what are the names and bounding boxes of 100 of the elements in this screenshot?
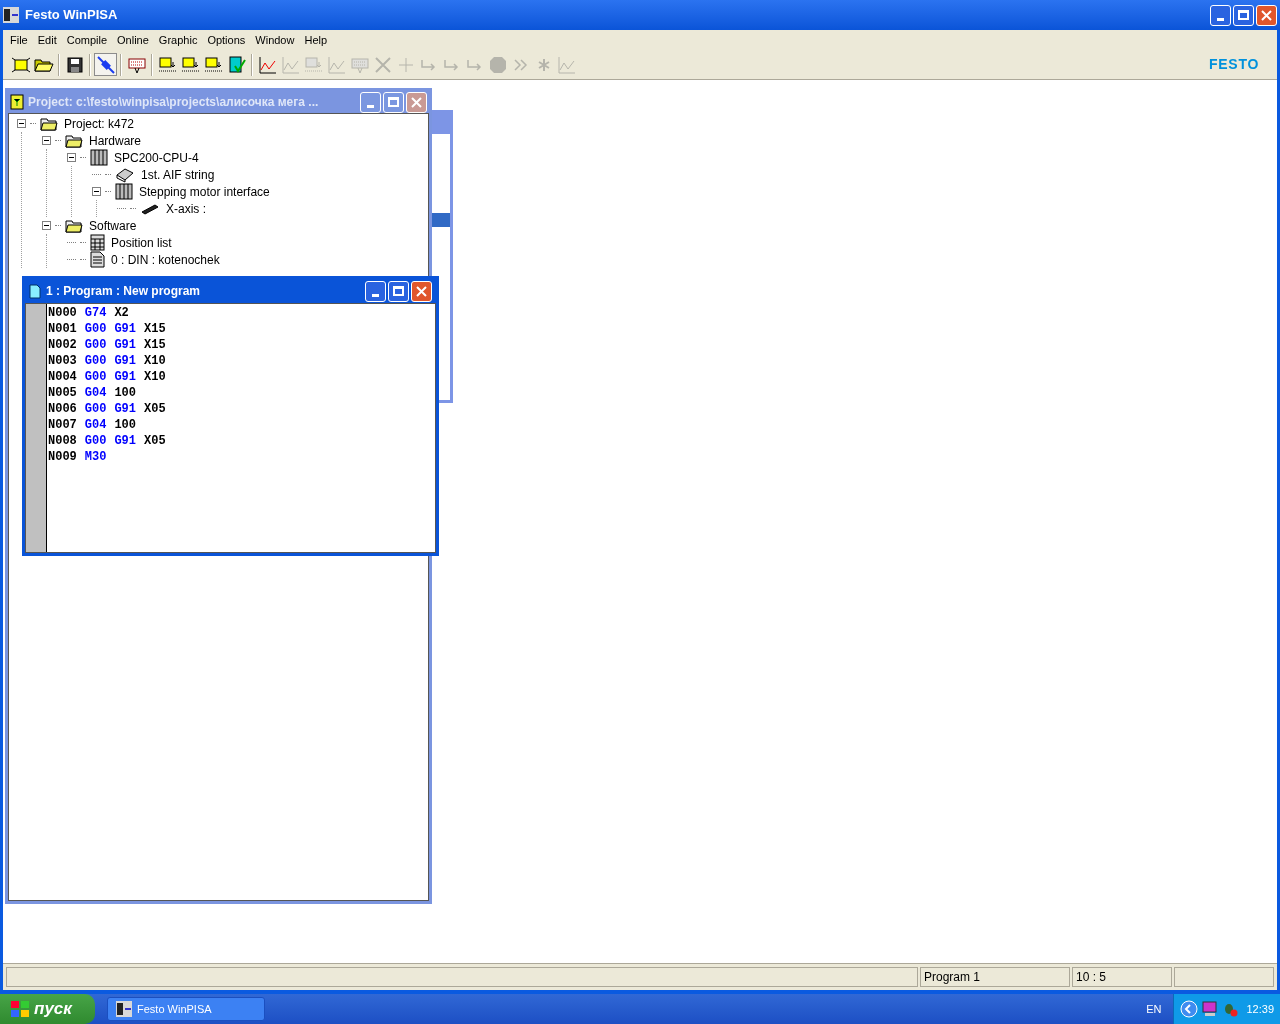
tree-item[interactable]: Hardware xyxy=(87,131,144,150)
code-token: X2 xyxy=(114,305,129,321)
table-icon xyxy=(90,234,105,251)
tree-item[interactable]: Stepping motor interface xyxy=(137,182,272,201)
folder-icon xyxy=(65,133,83,148)
maximize-button[interactable] xyxy=(1233,4,1254,26)
close-icon xyxy=(416,285,427,297)
menu-item[interactable]: Edit xyxy=(32,31,62,49)
minimize-button[interactable] xyxy=(365,280,386,302)
close-button[interactable] xyxy=(411,280,432,302)
code-token: X15 xyxy=(144,337,166,353)
window-title: Project: c:\festo\winpisa\projects\алисочка мега ... xyxy=(28,94,320,111)
code-token: 100 xyxy=(114,385,137,401)
code-token: G00 xyxy=(84,401,107,417)
code-token: X10 xyxy=(144,369,166,385)
code-token: X10 xyxy=(144,353,166,369)
tree-item[interactable]: 0 : DIN : kotenochek xyxy=(109,250,222,269)
tools-icon xyxy=(372,54,393,75)
code-token: N002 xyxy=(48,337,77,353)
app-icon xyxy=(3,7,19,23)
expander-icon[interactable] xyxy=(17,119,26,128)
code-token: G00 xyxy=(84,337,107,353)
code-token: X05 xyxy=(144,401,166,417)
code-token: G00 xyxy=(84,369,107,385)
app-icon xyxy=(116,1001,132,1017)
company-logo: FESTO xyxy=(1209,55,1259,74)
menu-item[interactable]: Online xyxy=(112,31,154,49)
code-token: N003 xyxy=(48,353,77,369)
code-token: N007 xyxy=(48,417,77,433)
code-token: M30 xyxy=(84,449,107,465)
close-icon xyxy=(1261,9,1272,21)
monitor-icon[interactable] xyxy=(1202,1001,1219,1017)
folder-icon xyxy=(40,116,58,131)
close-icon xyxy=(411,96,422,108)
close-button[interactable] xyxy=(406,91,427,113)
bug-icon[interactable] xyxy=(1222,1001,1239,1017)
code-token: N004 xyxy=(48,369,77,385)
file-download-icon xyxy=(203,54,224,75)
code-token: G91 xyxy=(114,321,137,337)
toolbar-button[interactable] xyxy=(94,53,117,76)
connector-block-icon xyxy=(115,166,135,183)
code-token: N006 xyxy=(48,401,77,417)
menu-item[interactable]: Graphic xyxy=(153,31,203,49)
code-token: G74 xyxy=(84,305,107,321)
maximize-button[interactable] xyxy=(383,91,404,113)
menu-item[interactable]: Help xyxy=(299,31,333,49)
code-token: X05 xyxy=(144,433,166,449)
menu-item[interactable]: File xyxy=(5,31,33,49)
tree-item[interactable]: Position list xyxy=(109,233,174,252)
code-token: G00 xyxy=(84,353,107,369)
expander-icon[interactable] xyxy=(67,153,76,162)
code-token: G91 xyxy=(114,337,137,353)
chart-icon xyxy=(326,54,347,75)
windows-logo-icon xyxy=(10,1000,30,1018)
minimize-button[interactable] xyxy=(1210,4,1231,26)
start-button[interactable]: пуск xyxy=(0,994,95,1024)
chevron-left-icon[interactable] xyxy=(1180,1000,1199,1018)
tree-item[interactable]: 1st. AIF string xyxy=(139,165,217,184)
code-token: G91 xyxy=(114,353,137,369)
code-token: 100 xyxy=(114,417,137,433)
window-title: 1 : Program : New program xyxy=(46,283,202,300)
file-download-icon xyxy=(303,54,324,75)
stop-sign-icon xyxy=(487,54,508,75)
expander-icon[interactable] xyxy=(42,221,51,230)
document-icon xyxy=(29,283,41,299)
code-token: G91 xyxy=(114,401,137,417)
code-token: N001 xyxy=(48,321,77,337)
code-token: G00 xyxy=(84,321,107,337)
file-download-icon xyxy=(180,54,201,75)
minimize-button[interactable] xyxy=(360,91,381,113)
maximize-button[interactable] xyxy=(388,280,409,302)
document-icon xyxy=(90,251,105,268)
plug-icon xyxy=(95,54,116,75)
close-button[interactable] xyxy=(1256,4,1277,26)
code-token: X15 xyxy=(144,321,166,337)
taskbar-button[interactable]: Festo WinPISA xyxy=(107,997,265,1021)
expander-icon[interactable] xyxy=(92,187,101,196)
chart-icon xyxy=(556,54,577,75)
tree-item[interactable]: X-axis : xyxy=(164,199,208,218)
status-pane: 10 : 5 xyxy=(1072,967,1172,987)
tree-item[interactable]: Project: k472 xyxy=(62,114,137,133)
chart-icon xyxy=(257,54,278,75)
menu-item[interactable]: Window xyxy=(250,31,300,49)
project-icon xyxy=(10,94,24,110)
clock: 12:39 xyxy=(1246,1001,1274,1017)
code-token: N005 xyxy=(48,385,77,401)
window-title: Festo WinPISA xyxy=(25,6,119,25)
menu-item[interactable]: Compile xyxy=(61,31,113,49)
language-indicator[interactable]: EN xyxy=(1146,1000,1162,1018)
code-token: N008 xyxy=(48,433,77,449)
code-token: G91 xyxy=(114,433,137,449)
tree-item[interactable]: Software xyxy=(87,216,139,235)
status-pane: Program 1 xyxy=(920,967,1070,987)
expander-icon[interactable] xyxy=(42,136,51,145)
menu-item[interactable]: Options xyxy=(202,31,251,49)
code-token: G04 xyxy=(84,417,107,433)
folder-icon xyxy=(65,218,83,233)
code-token: G04 xyxy=(84,385,107,401)
tree-item[interactable]: SPC200-CPU-4 xyxy=(112,148,201,167)
checked-document-icon xyxy=(226,54,247,75)
